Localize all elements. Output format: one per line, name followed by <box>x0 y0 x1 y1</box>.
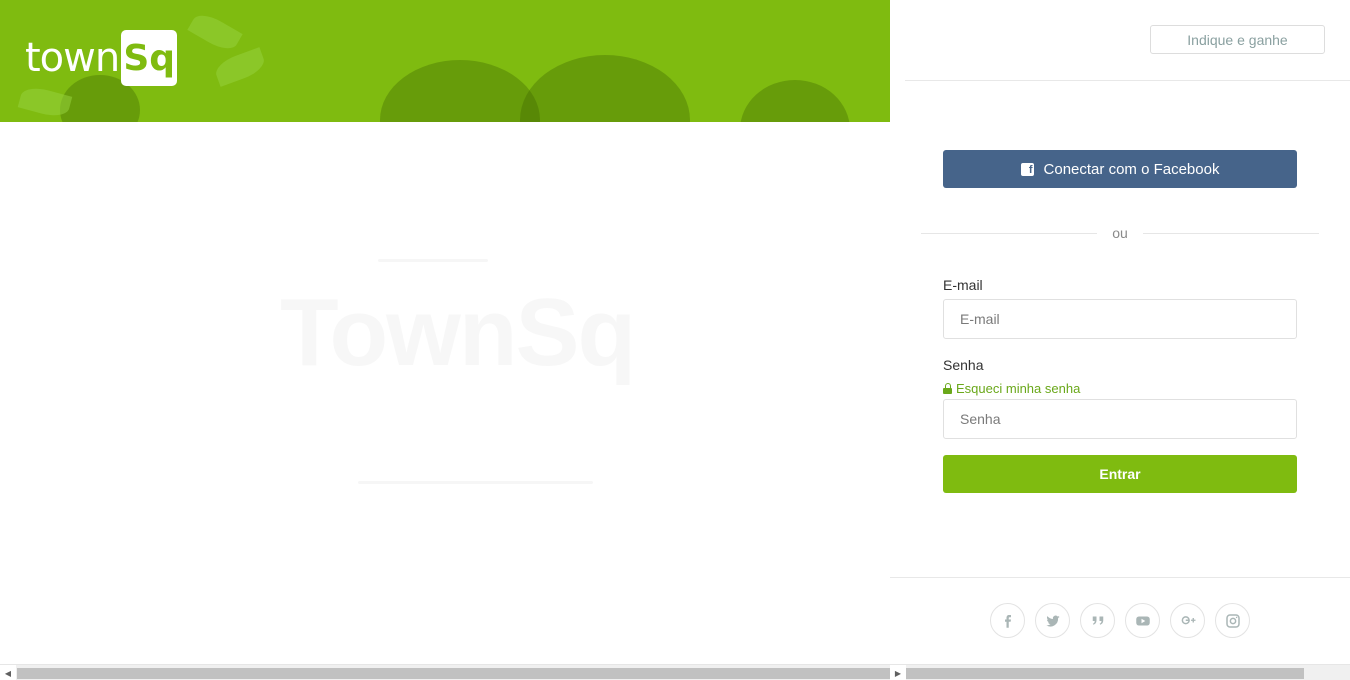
left-panel: town Sq TownSq <box>0 0 890 664</box>
scroll-right-arrow-icon[interactable]: ▶ <box>890 665 906 680</box>
faint-caption <box>358 481 593 484</box>
password-input[interactable] <box>943 399 1297 439</box>
login-panel: Indique e ganhe f Conectar com o Faceboo… <box>890 0 1350 664</box>
scroll-left-arrow-icon[interactable]: ◀ <box>0 665 16 680</box>
scrollbar-thumb[interactable] <box>17 668 1304 679</box>
logo-mark: Sq <box>121 30 178 86</box>
blog-quote-icon[interactable] <box>1080 603 1115 638</box>
email-input[interactable] <box>943 299 1297 339</box>
footer-divider <box>890 577 1350 578</box>
facebook-login-button[interactable]: f Conectar com o Facebook <box>943 150 1297 188</box>
facebook-icon[interactable] <box>990 603 1025 638</box>
youtube-icon[interactable] <box>1125 603 1160 638</box>
instagram-icon[interactable] <box>1215 603 1250 638</box>
social-links <box>990 603 1250 638</box>
forgot-password-label: Esqueci minha senha <box>956 381 1081 396</box>
faint-tagline <box>378 259 488 262</box>
password-label: Senha <box>943 357 984 373</box>
facebook-login-label: Conectar com o Facebook <box>1043 160 1220 178</box>
townsq-watermark: TownSq <box>280 279 636 386</box>
referral-button[interactable]: Indique e ganhe <box>1150 25 1325 54</box>
townsq-logo[interactable]: town Sq <box>25 30 178 86</box>
forgot-password-link[interactable]: Esqueci minha senha <box>943 381 1080 396</box>
or-divider: ou <box>921 223 1319 243</box>
login-submit-button[interactable]: Entrar <box>943 455 1297 493</box>
horizontal-scrollbar[interactable]: ◀ ▶ <box>0 664 1350 680</box>
twitter-icon[interactable] <box>1035 603 1070 638</box>
google-plus-icon[interactable] <box>1170 603 1205 638</box>
header-divider <box>905 80 1350 81</box>
logo-wordmark: town <box>25 35 120 81</box>
email-label: E-mail <box>943 277 983 293</box>
hero-banner: town Sq <box>0 0 890 122</box>
facebook-square-icon: f <box>1020 162 1034 176</box>
lock-icon <box>943 383 952 394</box>
